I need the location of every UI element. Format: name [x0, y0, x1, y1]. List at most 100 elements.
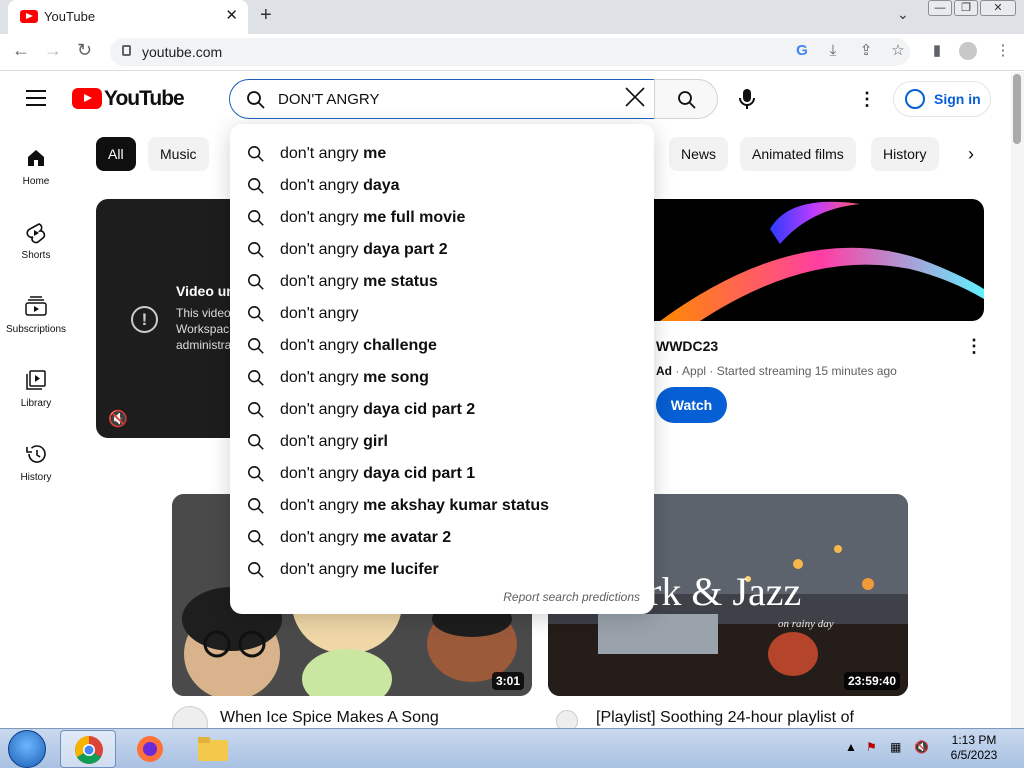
suggestion-prefix: don't angry: [280, 465, 364, 482]
restore-button[interactable]: ❐: [954, 0, 978, 16]
suggestion-item[interactable]: don't angry me akshay kumar status: [230, 490, 654, 522]
browser-tab-youtube[interactable]: YouTube ✕: [8, 0, 248, 34]
suggestion-prefix: don't angry: [280, 529, 364, 546]
suggestion-item[interactable]: don't angry daya cid part 1: [230, 458, 654, 490]
address-bar[interactable]: youtube.com: [110, 38, 910, 66]
video-title[interactable]: When Ice Spice Makes A Song: [220, 709, 439, 727]
search-input[interactable]: [278, 88, 608, 110]
chip-music[interactable]: Music: [148, 137, 209, 171]
back-arrow-icon[interactable]: ←: [12, 40, 30, 61]
search-icon: [248, 242, 264, 258]
new-tab-button[interactable]: +: [260, 4, 272, 27]
search-icon: [248, 178, 264, 194]
search-button[interactable]: [654, 79, 718, 119]
search-icon: [248, 402, 264, 418]
sidebar-item-history[interactable]: History: [0, 444, 72, 514]
suggestion-completion: me: [363, 145, 387, 162]
muted-speaker-icon[interactable]: 🔇: [108, 409, 128, 429]
search-icon: [248, 562, 264, 578]
suggestion-item[interactable]: don't angry me song: [230, 362, 654, 394]
search-icon: [248, 274, 264, 290]
chip-animated-films[interactable]: Animated films: [740, 137, 856, 171]
sidebar-item-library[interactable]: Library: [0, 370, 72, 440]
sidebar-item-subscriptions[interactable]: Subscriptions: [0, 296, 72, 366]
profile-avatar-icon[interactable]: [959, 42, 977, 60]
network-icon[interactable]: ▦: [890, 740, 901, 755]
tab-close-icon[interactable]: ✕: [225, 6, 238, 24]
chip-news[interactable]: News: [669, 137, 729, 171]
suggestion-item[interactable]: don't angry: [230, 298, 654, 330]
suggestion-item[interactable]: don't angry daya cid part 2: [230, 394, 654, 426]
bookmark-star-icon[interactable]: ☆: [889, 42, 907, 60]
search-box[interactable]: [229, 79, 655, 119]
suggestion-item[interactable]: don't angry me: [230, 138, 654, 170]
taskbar-chrome[interactable]: [60, 730, 116, 768]
ad-thumbnail[interactable]: [620, 199, 984, 321]
settings-more-icon[interactable]: ⋮: [858, 90, 876, 108]
suggestion-text: don't angry me lucifer: [280, 561, 439, 579]
suggestion-completion: me avatar 2: [363, 529, 452, 546]
suggestion-item[interactable]: don't angry me status: [230, 266, 654, 298]
suggestion-item[interactable]: don't angry daya: [230, 170, 654, 202]
sidebar-item-home[interactable]: Home: [0, 148, 72, 218]
side-panel-icon[interactable]: ▮: [928, 42, 946, 60]
ad-more-icon[interactable]: ⋮: [965, 336, 983, 357]
chips-next-chevron-icon[interactable]: ›: [968, 144, 974, 165]
search-icon: [248, 434, 264, 450]
google-icon[interactable]: G: [793, 42, 811, 60]
account-icon: [905, 89, 925, 109]
chip-all[interactable]: All: [96, 137, 136, 171]
tab-search-chevron-icon[interactable]: ⌄: [897, 6, 909, 23]
suggestion-prefix: don't angry: [280, 369, 364, 386]
ad-title[interactable]: WWDC23: [656, 338, 718, 354]
scrollbar-thumb[interactable]: [1013, 74, 1021, 144]
system-clock[interactable]: 1:13 PM 6/5/2023: [944, 733, 1004, 763]
suggestion-item[interactable]: don't angry me lucifer: [230, 554, 654, 586]
voice-search-icon[interactable]: [737, 88, 757, 110]
action-center-flag-icon[interactable]: ⚑: [866, 740, 877, 755]
suggestion-item[interactable]: don't angry challenge: [230, 330, 654, 362]
suggestion-completion: me lucifer: [363, 561, 439, 578]
suggestion-prefix: don't angry: [280, 209, 364, 226]
guide-menu-icon[interactable]: [26, 90, 46, 106]
taskbar-explorer[interactable]: [185, 730, 241, 768]
share-icon[interactable]: ⇪: [857, 42, 875, 60]
sign-in-button[interactable]: Sign in: [893, 81, 991, 117]
show-hidden-icons-icon[interactable]: ▲: [845, 740, 857, 755]
chrome-menu-icon[interactable]: ⋮: [994, 42, 1012, 60]
youtube-favicon-icon: [20, 10, 38, 23]
start-button[interactable]: [8, 730, 46, 768]
taskbar-firefox[interactable]: [122, 730, 178, 768]
watch-button[interactable]: Watch: [656, 387, 727, 423]
suggestion-text: don't angry me avatar 2: [280, 529, 451, 547]
suggestion-completion: daya cid part 2: [363, 401, 476, 418]
suggestion-prefix: don't angry: [280, 433, 364, 450]
suggestion-item[interactable]: don't angry daya part 2: [230, 234, 654, 266]
suggestion-item[interactable]: don't angry me full movie: [230, 202, 654, 234]
report-predictions-link[interactable]: Report search predictions: [503, 590, 640, 604]
clear-search-icon[interactable]: [622, 86, 648, 112]
search-icon: [248, 306, 264, 322]
suggestion-completion: challenge: [363, 337, 437, 354]
suggestion-prefix: don't angry: [280, 177, 364, 194]
install-icon[interactable]: ⤓: [824, 42, 842, 60]
suggestion-prefix: don't angry: [280, 241, 364, 258]
suggestion-item[interactable]: don't angry me avatar 2: [230, 522, 654, 554]
sidebar-item-shorts[interactable]: Shorts: [0, 222, 72, 292]
chip-history[interactable]: History: [871, 137, 939, 171]
reload-icon[interactable]: ↻: [77, 40, 92, 61]
window-close-button[interactable]: ✕: [980, 0, 1016, 16]
minimize-button[interactable]: —: [928, 0, 952, 16]
page-scrollbar[interactable]: [1011, 72, 1024, 728]
firefox-icon: [137, 736, 163, 762]
suggestion-text: don't angry me full movie: [280, 209, 465, 227]
sidebar-item-label: History: [20, 472, 52, 483]
volume-muted-icon[interactable]: 🔇: [914, 740, 929, 755]
forward-arrow-icon[interactable]: →: [44, 40, 62, 61]
folder-icon: [198, 737, 228, 761]
video-title[interactable]: [Playlist] Soothing 24-hour playlist of: [596, 709, 854, 727]
suggestion-prefix: don't angry: [280, 273, 364, 290]
search-suggestions-dropdown: don't angry me don't angry daya don't angr…: [230, 124, 654, 614]
home-icon: [24, 148, 48, 172]
suggestion-item[interactable]: don't angry girl: [230, 426, 654, 458]
